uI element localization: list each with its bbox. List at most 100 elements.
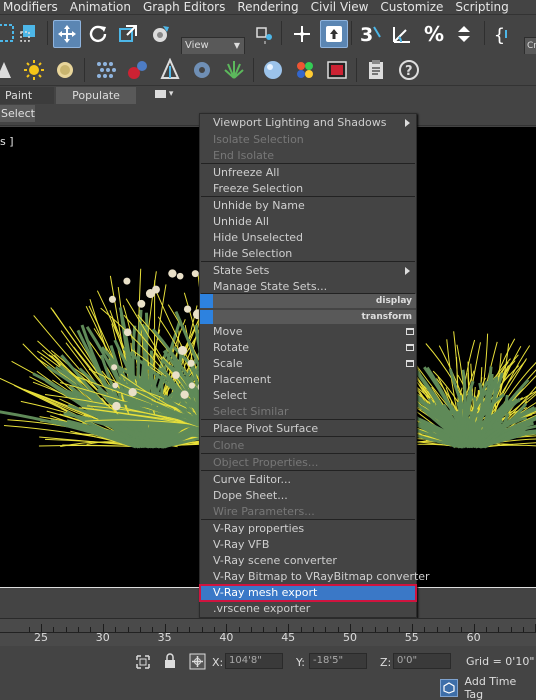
menu-item-scale[interactable]: Scale bbox=[200, 356, 416, 372]
particle-flow-icon[interactable] bbox=[92, 56, 120, 84]
flower-bloom bbox=[183, 305, 192, 313]
reference-coordinate-dropdown[interactable]: View ▼ bbox=[181, 37, 245, 55]
timeline-tick bbox=[28, 627, 30, 632]
rotate-tool-icon[interactable] bbox=[84, 20, 112, 48]
menu-item-label: Unhide by Name bbox=[213, 199, 305, 212]
menu-item-hide-unselected[interactable]: Hide Unselected bbox=[200, 230, 416, 246]
settings-box-icon[interactable] bbox=[406, 328, 414, 335]
spinner-snap-icon[interactable] bbox=[450, 20, 478, 48]
snaps-toggle-icon[interactable]: 3 bbox=[357, 20, 385, 48]
menu-item-v-ray-bitmap-to-vraybitmap-converter[interactable]: V-Ray Bitmap to VRayBitmap converter bbox=[200, 569, 430, 585]
menu-animation[interactable]: Animation bbox=[64, 0, 137, 14]
help-icon[interactable]: ? bbox=[395, 56, 423, 84]
color-palette-icon[interactable] bbox=[291, 56, 319, 84]
timeline-tick bbox=[201, 627, 203, 632]
absolute-mode-icon[interactable] bbox=[189, 653, 206, 673]
sky-light-icon[interactable] bbox=[51, 56, 79, 84]
z-coordinate-field[interactable]: 0'0" bbox=[393, 653, 451, 669]
window-crossing-icon[interactable] bbox=[16, 19, 44, 47]
timeline-ruler[interactable]: 25 30 35 40 45 50 55 60 bbox=[0, 618, 536, 646]
menu-item-v-ray-properties[interactable]: V-Ray properties bbox=[200, 521, 416, 537]
settings-box-icon[interactable] bbox=[406, 344, 414, 351]
main-toolbar: View ▼ 3 % { Cr bbox=[0, 14, 536, 55]
menu-civil-view[interactable]: Civil View bbox=[305, 0, 375, 14]
chevron-down-icon: ▾ bbox=[168, 89, 174, 99]
timeline-frame-label: 25 bbox=[34, 631, 48, 644]
menu-item-hide-selection[interactable]: Hide Selection bbox=[200, 246, 416, 262]
render-setup-icon[interactable] bbox=[156, 56, 184, 84]
timeline-tick bbox=[78, 627, 80, 632]
settings-box-icon[interactable] bbox=[406, 360, 414, 367]
lock-icon[interactable] bbox=[163, 653, 177, 673]
sun-light-icon[interactable] bbox=[20, 56, 48, 84]
selection-tab[interactable]: Selected bbox=[0, 105, 35, 122]
sphere-icon[interactable] bbox=[259, 56, 287, 84]
gear-icon[interactable] bbox=[188, 56, 216, 84]
percent-snap-icon[interactable]: % bbox=[420, 20, 448, 48]
menu-item-v-ray-scene-converter[interactable]: V-Ray scene converter bbox=[200, 553, 416, 569]
angle-snap-icon[interactable] bbox=[388, 20, 416, 48]
flower-bloom bbox=[112, 401, 121, 411]
menu-item-placement[interactable]: Placement bbox=[200, 372, 416, 388]
menu-customize[interactable]: Customize bbox=[374, 0, 449, 14]
tab-object-paint[interactable]: Paint bbox=[0, 87, 54, 104]
menu-item-dope-sheet[interactable]: Dope Sheet... bbox=[200, 488, 416, 504]
menu-item-label: State Sets bbox=[213, 264, 270, 277]
ribbon-options-toggle[interactable]: ▾ bbox=[155, 89, 173, 99]
menu-item-label: Dope Sheet... bbox=[213, 489, 288, 502]
selection-lock-icon[interactable] bbox=[135, 654, 151, 673]
pivot-center-icon[interactable] bbox=[251, 20, 279, 48]
timeline-tick bbox=[251, 627, 253, 632]
menu-item-unhide-by-name[interactable]: Unhide by Name bbox=[200, 198, 416, 214]
foliage-icon[interactable] bbox=[220, 56, 248, 84]
select-manipulate-icon[interactable] bbox=[288, 20, 316, 48]
timeline-frame-label: 50 bbox=[343, 631, 357, 644]
menu-item-place-pivot-surface[interactable]: Place Pivot Surface bbox=[200, 421, 416, 437]
menu-item-state-sets[interactable]: State Sets bbox=[200, 263, 416, 279]
add-time-tag-button[interactable]: Add Time Tag bbox=[440, 675, 536, 700]
toolbar-separator bbox=[484, 21, 485, 45]
scale-tool-icon[interactable] bbox=[114, 20, 142, 48]
tab-populate[interactable]: Populate bbox=[56, 87, 136, 104]
flower-bloom bbox=[108, 295, 117, 303]
menu-scripting[interactable]: Scripting bbox=[449, 0, 514, 14]
menu-item-select[interactable]: Select bbox=[200, 388, 416, 404]
menu-graph-editors[interactable]: Graph Editors bbox=[137, 0, 231, 14]
menu-item-object-properties: Object Properties... bbox=[200, 455, 416, 471]
edit-named-selection-icon[interactable]: { bbox=[490, 20, 518, 48]
menu-item-v-ray-mesh-export[interactable]: V-Ray mesh export bbox=[199, 584, 417, 602]
flower-bloom bbox=[188, 382, 196, 389]
menu-item-label: V-Ray mesh export bbox=[213, 586, 318, 599]
menu-item-label: V-Ray VFB bbox=[213, 538, 270, 551]
keyboard-shortcut-override-icon[interactable] bbox=[320, 20, 348, 48]
ribbon-tab-row: Paint Populate ▾ bbox=[0, 87, 536, 104]
menu-item-curve-editor[interactable]: Curve Editor... bbox=[200, 472, 416, 488]
menu-item-label: V-Ray scene converter bbox=[213, 554, 337, 567]
menu-item-unhide-all[interactable]: Unhide All bbox=[200, 214, 416, 230]
select-place-icon[interactable] bbox=[147, 20, 175, 48]
clipboard-icon[interactable] bbox=[362, 56, 390, 84]
menu-item-freeze-selection[interactable]: Freeze Selection bbox=[200, 181, 416, 197]
menu-item-v-ray-vfb[interactable]: V-Ray VFB bbox=[200, 537, 416, 553]
menu-modifiers[interactable]: Modifiers bbox=[0, 0, 64, 14]
menu-item-clone: Clone bbox=[200, 438, 416, 454]
menu-item-rotate[interactable]: Rotate bbox=[200, 340, 416, 356]
menu-item-label: Viewport Lighting and Shadows bbox=[213, 116, 387, 129]
flower-bloom bbox=[177, 345, 188, 355]
material-editor-icon[interactable] bbox=[124, 56, 152, 84]
render-frame-icon[interactable] bbox=[323, 56, 351, 84]
y-coordinate-field[interactable]: -18'5" bbox=[309, 653, 367, 669]
named-selection-dropdown[interactable]: Cr bbox=[524, 37, 536, 55]
cone-icon[interactable] bbox=[0, 56, 18, 84]
menu-item-vrscene-exporter[interactable]: .vrscene exporter bbox=[200, 601, 416, 617]
menu-item-viewport-lighting-and-shadows[interactable]: Viewport Lighting and Shadows bbox=[200, 115, 416, 131]
menu-item-unfreeze-all[interactable]: Unfreeze All bbox=[200, 165, 416, 181]
menu-item-manage-state-sets[interactable]: Manage State Sets... bbox=[200, 279, 416, 295]
menu-item-move[interactable]: Move bbox=[200, 324, 416, 340]
x-coordinate-field[interactable]: 104'8" bbox=[225, 653, 283, 669]
quad-header-transform: transform bbox=[200, 310, 416, 324]
quad-header-marker bbox=[200, 294, 213, 308]
timeline-tick bbox=[139, 627, 141, 632]
menu-rendering[interactable]: Rendering bbox=[231, 0, 304, 14]
move-tool-icon[interactable] bbox=[53, 20, 81, 48]
